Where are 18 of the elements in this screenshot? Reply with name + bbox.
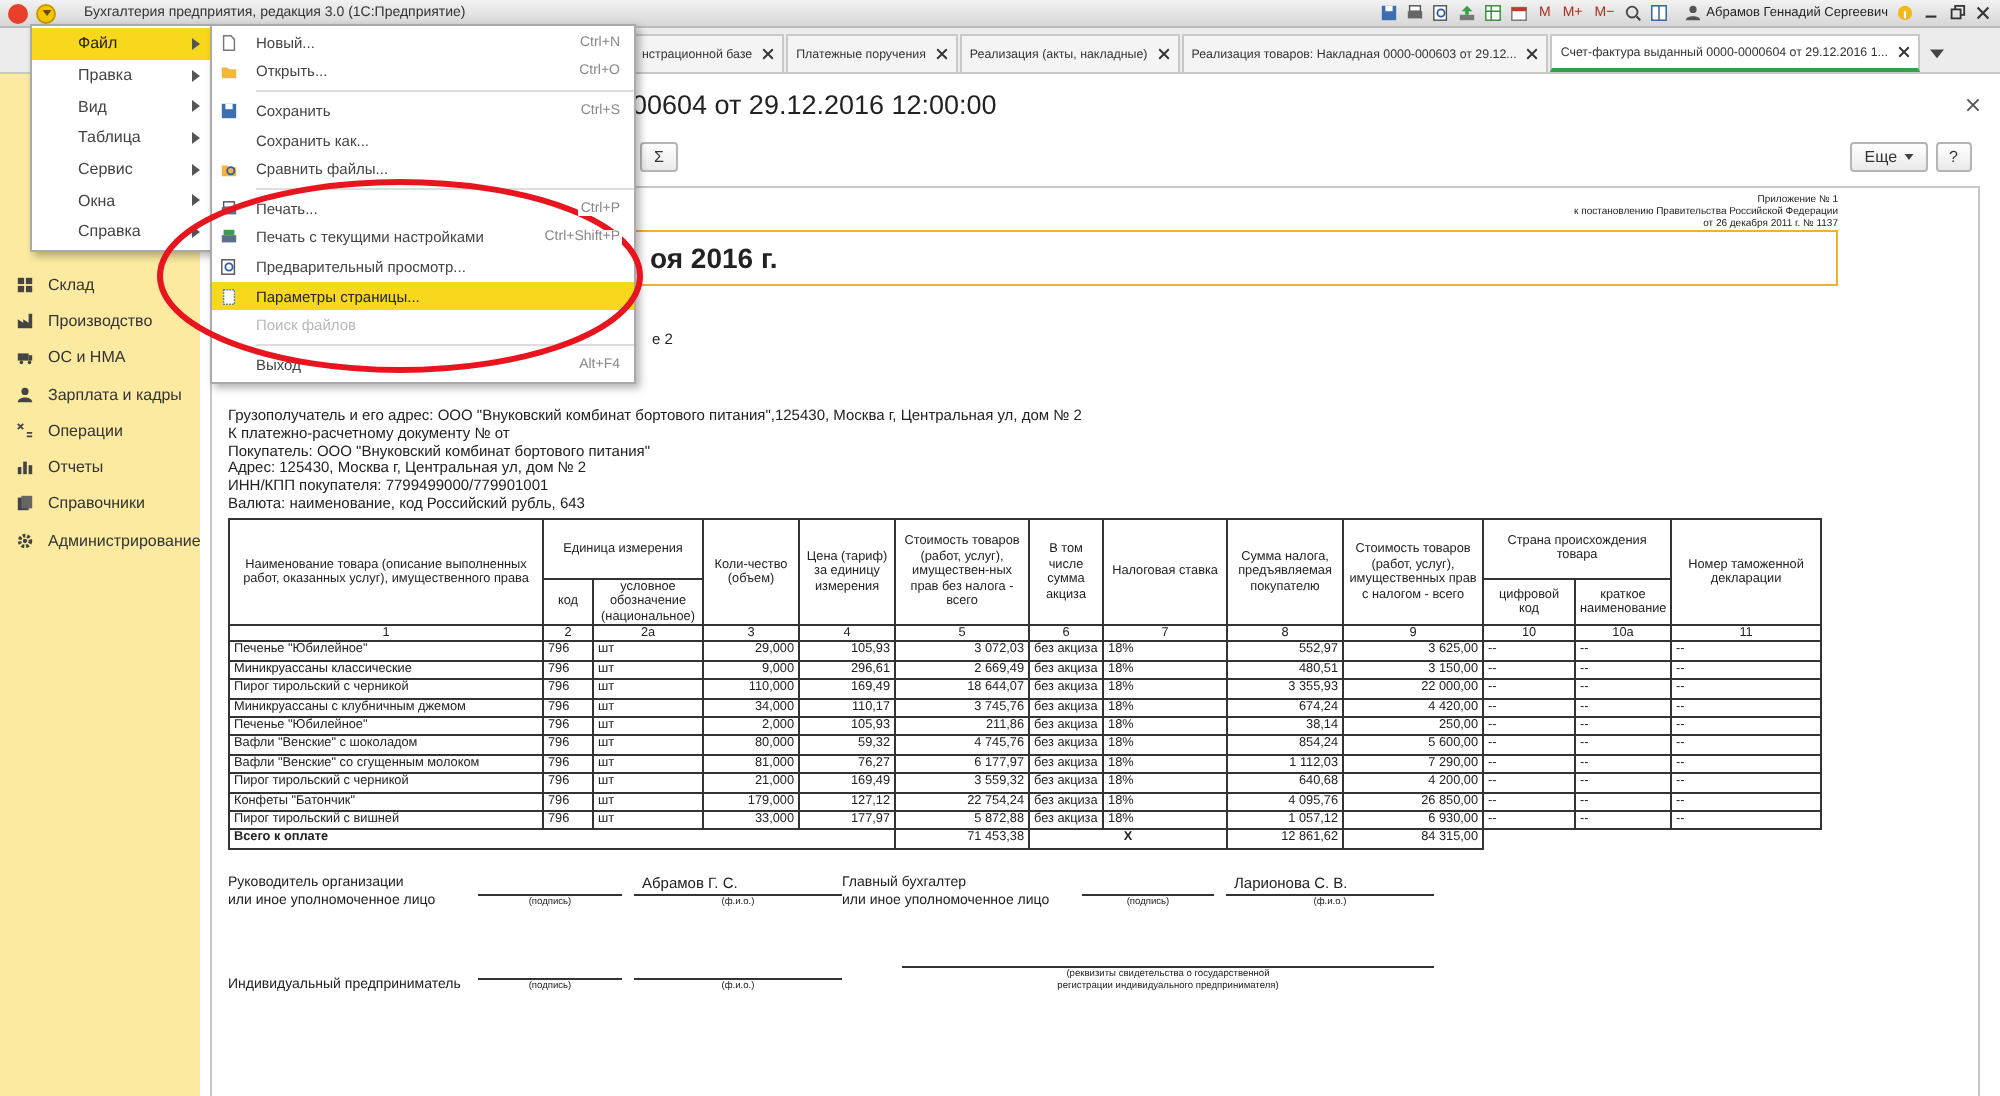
sidebar-item[interactable]: Склад [0,266,200,303]
sidebar-item[interactable]: Зарплата и кадры [0,375,200,413]
sidebar-item[interactable]: Производство [0,302,200,340]
menu-item[interactable]: Файл [32,28,212,60]
sidebar-item[interactable]: Администрирование [0,522,200,559]
sidebar-item[interactable]: Отчеты [0,448,200,486]
menu-item[interactable]: Правка [32,59,212,91]
sidebar-item[interactable]: ОС и НМА [0,339,200,376]
sidebar-item[interactable]: Операции [0,412,200,449]
more-button[interactable]: Еще [1850,141,1928,171]
menu-item[interactable]: Окна [32,184,212,217]
sidebar-item[interactable]: Справочники [0,485,200,523]
menu-item[interactable]: Сервис [32,153,212,185]
help-button[interactable]: ? [1935,141,1972,171]
menu-item[interactable]: Справка [32,216,212,248]
menu-item[interactable]: Таблица [32,122,212,154]
menu-item[interactable]: Вид [32,90,212,123]
sum-button[interactable]: Σ [640,141,678,171]
